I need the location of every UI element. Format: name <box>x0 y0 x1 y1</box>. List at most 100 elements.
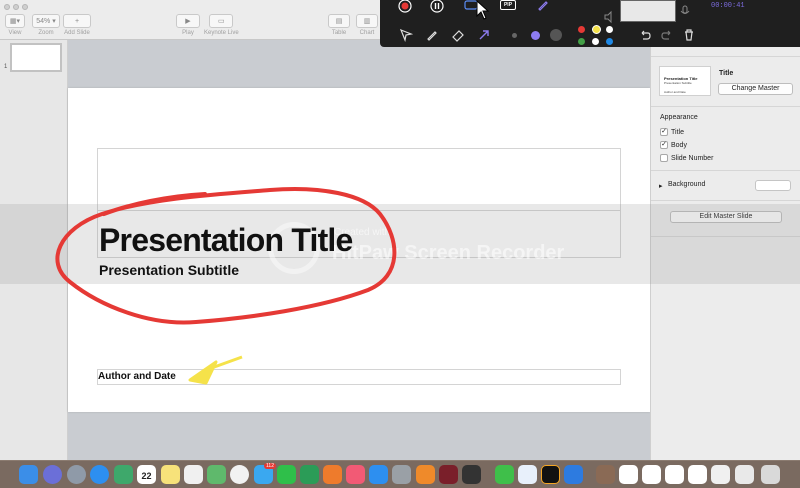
music-icon[interactable] <box>346 465 365 484</box>
flash-app-icon[interactable] <box>439 465 458 484</box>
notes-icon[interactable] <box>161 465 180 484</box>
slide-author-date[interactable]: Author and Date <box>98 371 176 382</box>
screen-recorder-panel: PIP 00:00:41 <box>380 0 800 47</box>
view-icon: ▦▾ <box>5 14 25 28</box>
background-color-well[interactable] <box>755 180 791 191</box>
books-icon[interactable] <box>416 465 435 484</box>
brush-size-small[interactable] <box>512 33 517 38</box>
slide-subtitle[interactable]: Presentation Subtitle <box>99 262 239 278</box>
pencil-icon[interactable] <box>425 28 439 42</box>
document-icon[interactable] <box>619 465 638 484</box>
zoom-window-button[interactable] <box>22 4 28 10</box>
baidu-netdisk-icon[interactable] <box>518 465 537 484</box>
pointer-tool-icon[interactable] <box>399 28 413 42</box>
color-swatch[interactable] <box>578 26 585 33</box>
app-icon[interactable] <box>462 465 481 484</box>
inspector-panel: Slide Layout Presentation Title Presenta… <box>650 40 800 460</box>
color-swatch[interactable] <box>606 38 613 45</box>
change-master-button[interactable]: Change Master <box>718 83 793 95</box>
slide-navigator: 1 <box>0 40 68 460</box>
numbers-icon[interactable] <box>300 465 319 484</box>
minimize-window-button[interactable] <box>13 4 19 10</box>
reminders-icon[interactable] <box>184 465 203 484</box>
redo-icon[interactable] <box>660 28 674 42</box>
empty-checkbox[interactable] <box>660 154 668 162</box>
divider <box>651 170 800 171</box>
color-swatch[interactable] <box>578 38 585 45</box>
photo-app-icon[interactable] <box>114 465 133 484</box>
appearance-heading: Appearance <box>660 114 698 121</box>
title-checkbox-row[interactable]: ✓ Title <box>660 128 684 136</box>
window-preview-icon[interactable] <box>711 465 730 484</box>
subtitle-divider <box>97 210 621 211</box>
master-thumbnail[interactable]: Presentation Title Presentation Subtitle… <box>659 66 711 96</box>
app-store-icon[interactable] <box>369 465 388 484</box>
brush-size-large[interactable] <box>550 29 562 41</box>
disclosure-triangle-icon[interactable]: ▸ <box>659 182 663 190</box>
arrow-tool-icon[interactable] <box>477 28 491 42</box>
downloads-folder-icon[interactable] <box>596 465 615 484</box>
divider <box>651 236 800 237</box>
close-window-button[interactable] <box>4 4 10 10</box>
table-button[interactable]: ▤ Table <box>328 14 350 36</box>
safari-icon[interactable] <box>90 465 109 484</box>
pause-icon[interactable] <box>430 0 444 13</box>
eraser-icon[interactable] <box>451 28 465 42</box>
macos-dock: 22 112 <box>0 460 800 488</box>
color-swatch-selected[interactable] <box>592 25 601 34</box>
brush-size-medium[interactable] <box>531 31 540 40</box>
stop-record-icon[interactable] <box>398 0 412 13</box>
checkmark-icon[interactable]: ✓ <box>660 128 668 136</box>
slide-title[interactable]: Presentation Title <box>99 222 353 259</box>
play-label: Play <box>182 30 194 36</box>
undo-icon[interactable] <box>638 28 652 42</box>
add-slide-button[interactable]: + Add Slide <box>63 14 91 36</box>
pip-button[interactable]: PIP <box>500 0 516 10</box>
siri-icon[interactable] <box>43 465 62 484</box>
camera-preview-thumbnail[interactable] <box>620 0 676 22</box>
master-thumb-author: Author and Date <box>664 90 686 94</box>
background-label: Background <box>668 181 706 188</box>
finder-icon[interactable] <box>19 465 38 484</box>
divider <box>651 200 800 201</box>
keynote-live-label: Keynote Live <box>204 30 239 36</box>
calendar-icon[interactable]: 22 <box>137 465 156 484</box>
edit-master-slide-button[interactable]: Edit Master Slide <box>670 211 782 223</box>
wechat-icon[interactable] <box>495 465 514 484</box>
trash-icon[interactable] <box>682 28 696 42</box>
slide-number: 1 <box>4 64 8 70</box>
slide-thumbnail[interactable] <box>10 43 62 72</box>
maps-icon[interactable] <box>207 465 226 484</box>
chart-icon: ▥ <box>356 14 378 28</box>
slide-preview-icon[interactable] <box>642 465 661 484</box>
volume-icon[interactable] <box>602 10 616 24</box>
body-checkbox-row[interactable]: ✓ Body <box>660 141 687 149</box>
pen-tool-icon[interactable] <box>536 0 550 12</box>
system-preferences-icon[interactable] <box>392 465 411 484</box>
hitpaw-recorder-icon[interactable] <box>541 465 560 484</box>
window-preview-icon[interactable] <box>735 465 754 484</box>
keynote-icon[interactable] <box>564 465 583 484</box>
color-swatch[interactable] <box>592 38 599 45</box>
notification-badge: 112 <box>264 463 276 469</box>
trash-icon[interactable] <box>761 465 780 484</box>
microphone-icon[interactable] <box>678 4 692 18</box>
window-preview-icon[interactable] <box>688 465 707 484</box>
chart-button[interactable]: ▥ Chart <box>356 14 378 36</box>
zoom-control[interactable]: 54% ▾ Zoom <box>32 14 60 36</box>
facetime-icon[interactable] <box>277 465 296 484</box>
view-control[interactable]: ▦▾ View <box>5 14 25 36</box>
keynote-live-button[interactable]: ▭ Keynote Live <box>204 14 239 36</box>
color-swatch[interactable] <box>606 26 613 33</box>
pages-icon[interactable] <box>323 465 342 484</box>
slide-number-checkbox-row[interactable]: Slide Number <box>660 154 713 162</box>
zoom-label: Zoom <box>38 30 54 36</box>
body-option-label: Body <box>671 141 687 149</box>
launchpad-icon[interactable] <box>67 465 86 484</box>
photos-icon[interactable] <box>230 465 249 484</box>
add-slide-label: Add Slide <box>64 30 90 36</box>
zoom-select[interactable]: 54% ▾ <box>32 14 60 28</box>
checkmark-icon[interactable]: ✓ <box>660 141 668 149</box>
window-preview-icon[interactable] <box>665 465 684 484</box>
play-button[interactable]: ▶ Play <box>176 14 200 36</box>
